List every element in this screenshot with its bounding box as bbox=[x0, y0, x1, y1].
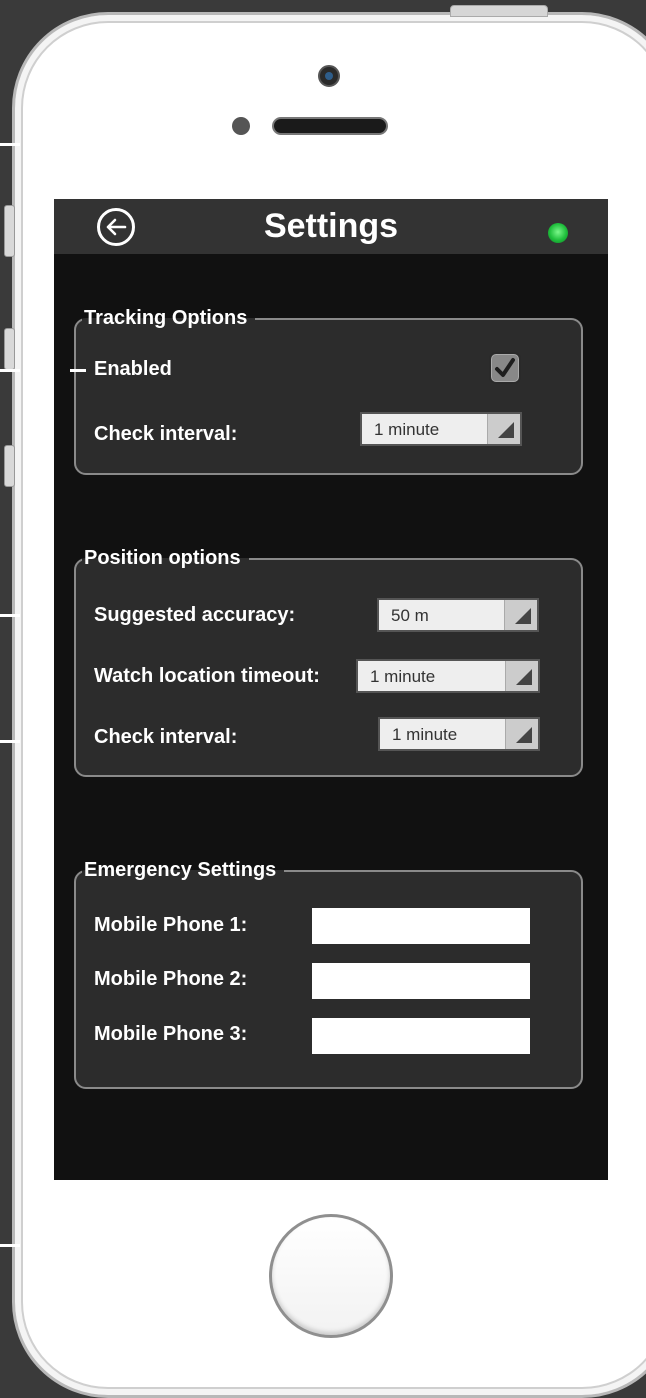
mute-switch bbox=[4, 205, 15, 257]
frame-tick bbox=[0, 1244, 20, 1247]
phone-1-label: Mobile Phone 1: bbox=[94, 914, 248, 936]
phone-1-input[interactable] bbox=[312, 908, 530, 944]
power-button bbox=[450, 5, 548, 17]
app-screen: Settings Tracking Options Enabled Check … bbox=[54, 199, 608, 1180]
position-options-legend: Position options bbox=[84, 547, 241, 569]
volume-up-button bbox=[4, 328, 15, 370]
tracking-interval-label: Check interval: bbox=[94, 423, 238, 445]
checkmark-icon bbox=[495, 358, 515, 377]
accuracy-select[interactable]: 50 m bbox=[377, 598, 539, 632]
accuracy-label: Suggested accuracy: bbox=[94, 604, 296, 626]
timeout-value: 1 minute bbox=[370, 667, 436, 686]
page-title: Settings bbox=[263, 207, 399, 245]
tracking-interval-select[interactable]: 1 minute bbox=[360, 412, 522, 446]
position-interval-select[interactable]: 1 minute bbox=[378, 717, 540, 751]
timeout-label: Watch location timeout: bbox=[94, 665, 320, 687]
front-camera bbox=[318, 65, 340, 87]
accuracy-value: 50 m bbox=[391, 606, 429, 625]
position-interval-label: Check interval: bbox=[94, 726, 238, 748]
volume-down-button bbox=[4, 445, 15, 487]
timeout-select[interactable]: 1 minute bbox=[356, 659, 540, 693]
enabled-checkbox[interactable] bbox=[489, 352, 521, 384]
frame-tick bbox=[0, 143, 20, 146]
status-indicator-icon bbox=[548, 223, 568, 243]
phone-2-input[interactable] bbox=[312, 963, 530, 999]
tracking-interval-value: 1 minute bbox=[374, 420, 440, 439]
frame-tick bbox=[70, 369, 86, 372]
frame-tick bbox=[0, 740, 20, 743]
dropdown-arrow-icon bbox=[487, 414, 520, 444]
earpiece-speaker bbox=[272, 117, 388, 135]
frame-tick bbox=[628, 143, 646, 146]
tracking-options-group: Tracking Options bbox=[74, 307, 583, 475]
dropdown-arrow-icon bbox=[504, 600, 537, 630]
dropdown-arrow-icon bbox=[505, 661, 538, 691]
position-interval-value: 1 minute bbox=[392, 725, 458, 744]
title-bar: Settings bbox=[54, 199, 608, 254]
tracking-options-legend: Tracking Options bbox=[84, 307, 248, 329]
phone-3-label: Mobile Phone 3: bbox=[94, 1023, 248, 1045]
enabled-label: Enabled bbox=[94, 358, 172, 380]
phone-3-input[interactable] bbox=[312, 1018, 530, 1054]
dropdown-arrow-icon bbox=[505, 719, 538, 749]
emergency-settings-legend: Emergency Settings bbox=[84, 859, 277, 881]
frame-tick bbox=[0, 369, 20, 372]
phone-2-label: Mobile Phone 2: bbox=[94, 968, 248, 990]
frame-tick bbox=[0, 614, 20, 617]
home-button[interactable] bbox=[269, 1214, 393, 1338]
proximity-sensor bbox=[232, 117, 250, 135]
